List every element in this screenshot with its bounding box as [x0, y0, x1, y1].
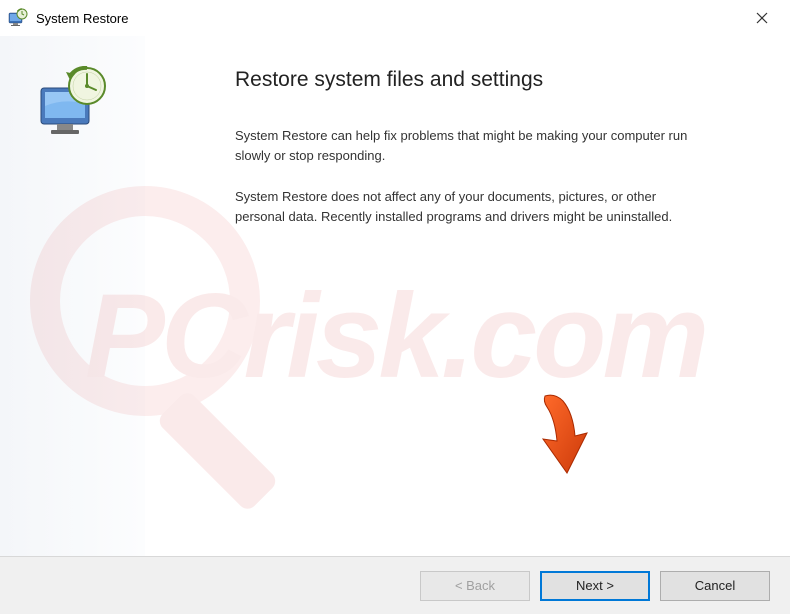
wizard-left-pane	[0, 36, 145, 556]
wizard-body: PCrisk.com	[0, 36, 790, 556]
page-heading: Restore system files and settings	[235, 68, 750, 92]
wizard-content: Restore system files and settings System…	[145, 36, 790, 556]
window-title: System Restore	[36, 11, 128, 26]
restore-computer-icon	[33, 66, 113, 146]
back-button: < Back	[420, 571, 530, 601]
system-restore-icon	[8, 8, 28, 28]
titlebar: System Restore	[0, 0, 790, 36]
next-button[interactable]: Next >	[540, 571, 650, 601]
cancel-button[interactable]: Cancel	[660, 571, 770, 601]
system-restore-window: System Restore PCrisk.com	[0, 0, 790, 614]
description-paragraph-1: System Restore can help fix problems tha…	[235, 126, 695, 165]
close-button[interactable]	[742, 4, 782, 32]
wizard-button-bar: < Back Next > Cancel	[0, 556, 790, 614]
description-paragraph-2: System Restore does not affect any of yo…	[235, 187, 695, 226]
